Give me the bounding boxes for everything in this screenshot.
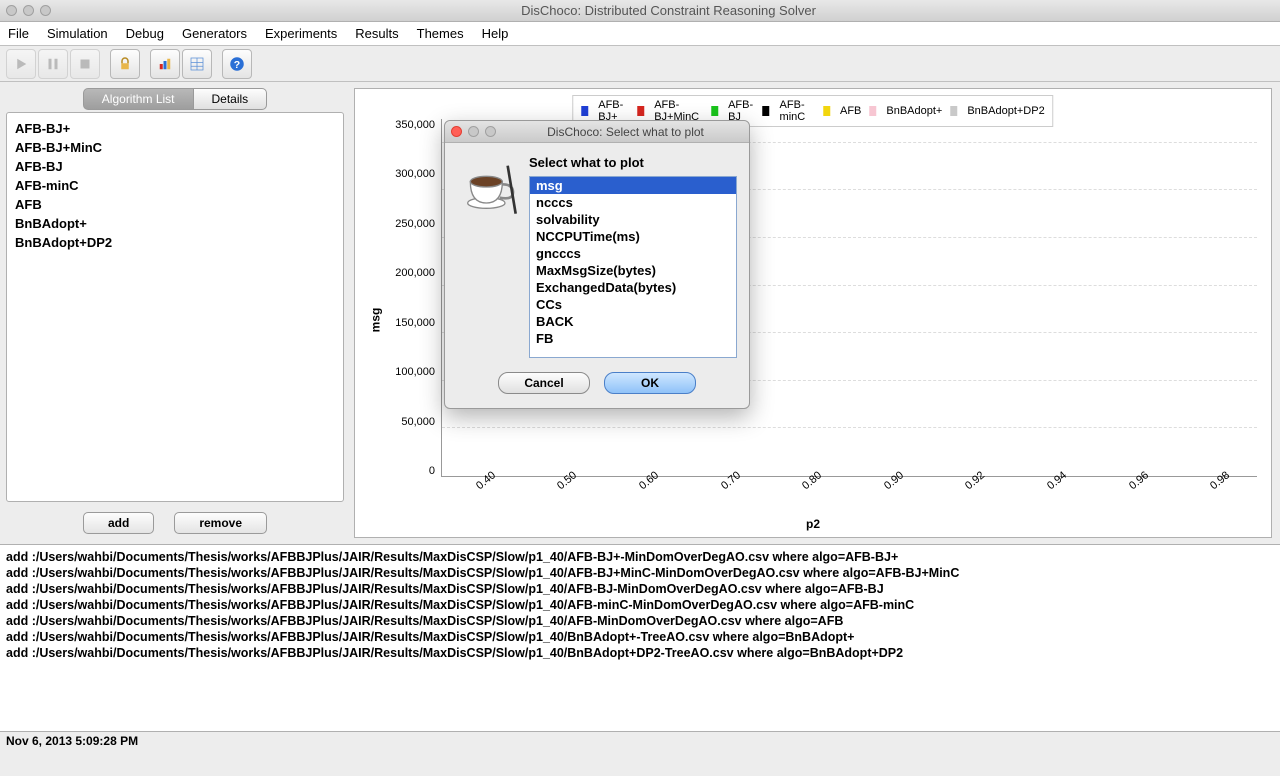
stop-button[interactable]	[70, 49, 100, 79]
toolbar: ?	[0, 46, 1280, 82]
tab-details[interactable]: Details	[193, 88, 268, 110]
remove-button[interactable]: remove	[174, 512, 267, 534]
plot-options-list[interactable]: msgncccssolvabilityNCCPUTime(ms)gncccsMa…	[529, 176, 737, 358]
plot-option[interactable]: CCs	[530, 296, 736, 313]
zoom-icon	[485, 126, 496, 137]
list-item[interactable]: AFB-BJ	[15, 157, 335, 176]
list-item[interactable]: AFB-BJ+	[15, 119, 335, 138]
plot-option[interactable]: ExchangedData(bytes)	[530, 279, 736, 296]
plot-option[interactable]: solvability	[530, 211, 736, 228]
list-item[interactable]: BnBAdopt+	[15, 214, 335, 233]
menu-experiments[interactable]: Experiments	[265, 26, 337, 41]
ok-button[interactable]: OK	[604, 372, 696, 394]
lock-button[interactable]	[110, 49, 140, 79]
close-icon[interactable]	[451, 126, 462, 137]
menu-themes[interactable]: Themes	[417, 26, 464, 41]
left-panel: Algorithm List Details AFB-BJ+ AFB-BJ+Mi…	[0, 82, 350, 544]
chart-button[interactable]	[150, 49, 180, 79]
plot-select-dialog: DisChoco: Select what to plot Select wha…	[444, 120, 750, 409]
menu-help[interactable]: Help	[482, 26, 509, 41]
menu-bar: File Simulation Debug Generators Experim…	[0, 22, 1280, 46]
tab-algorithm-list[interactable]: Algorithm List	[83, 88, 193, 110]
plot-option[interactable]: gncccs	[530, 245, 736, 262]
list-item[interactable]: AFB-minC	[15, 176, 335, 195]
plot-option[interactable]: BACK	[530, 313, 736, 330]
pause-button[interactable]	[38, 49, 68, 79]
plot-option[interactable]: FB	[530, 330, 736, 347]
console-output: add :/Users/wahbi/Documents/Thesis/works…	[0, 544, 1280, 732]
table-button[interactable]	[182, 49, 212, 79]
list-item[interactable]: AFB-BJ+MinC	[15, 138, 335, 157]
close-window-icon[interactable]	[6, 5, 17, 16]
window-title: DisChoco: Distributed Constraint Reasoni…	[63, 3, 1274, 18]
plot-option[interactable]: msg	[530, 177, 736, 194]
java-cup-icon	[457, 155, 521, 219]
list-item[interactable]: AFB	[15, 195, 335, 214]
minimize-icon	[468, 126, 479, 137]
x-axis-label: p2	[806, 517, 820, 531]
svg-text:?: ?	[234, 58, 240, 70]
plot-option[interactable]: MaxMsgSize(bytes)	[530, 262, 736, 279]
algorithm-listbox[interactable]: AFB-BJ+ AFB-BJ+MinC AFB-BJ AFB-minC AFB …	[6, 112, 344, 502]
help-button[interactable]: ?	[222, 49, 252, 79]
plot-option[interactable]: ncccs	[530, 194, 736, 211]
status-bar: Nov 6, 2013 5:09:28 PM	[0, 732, 1280, 752]
menu-file[interactable]: File	[8, 26, 29, 41]
window-titlebar: DisChoco: Distributed Constraint Reasoni…	[0, 0, 1280, 22]
dialog-label: Select what to plot	[529, 155, 737, 170]
zoom-window-icon[interactable]	[40, 5, 51, 16]
play-button[interactable]	[6, 49, 36, 79]
menu-results[interactable]: Results	[355, 26, 398, 41]
add-button[interactable]: add	[83, 512, 154, 534]
menu-debug[interactable]: Debug	[126, 26, 164, 41]
plot-option[interactable]: NCCPUTime(ms)	[530, 228, 736, 245]
minimize-window-icon[interactable]	[23, 5, 34, 16]
menu-simulation[interactable]: Simulation	[47, 26, 108, 41]
list-item[interactable]: BnBAdopt+DP2	[15, 233, 335, 252]
menu-generators[interactable]: Generators	[182, 26, 247, 41]
cancel-button[interactable]: Cancel	[498, 372, 590, 394]
dialog-title: DisChoco: Select what to plot	[508, 125, 743, 139]
